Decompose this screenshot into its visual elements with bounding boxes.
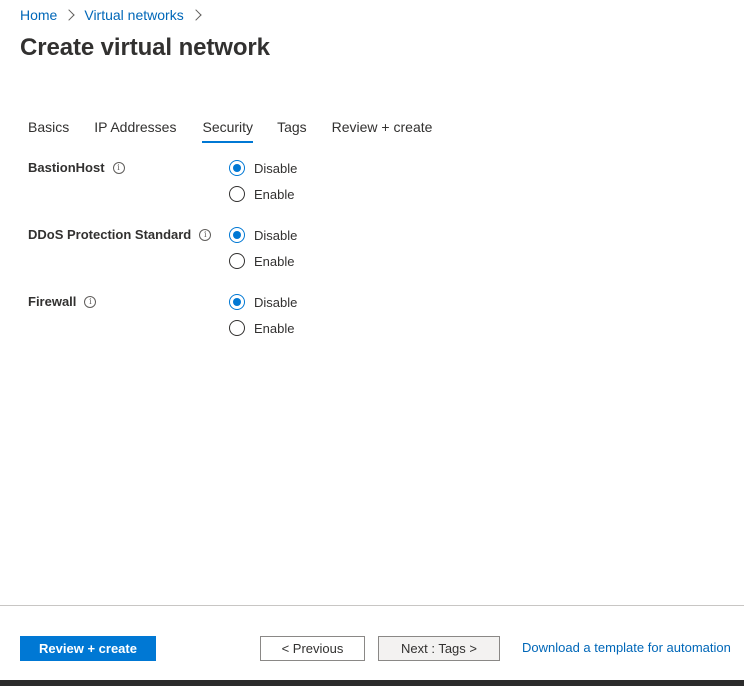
firewall-disable-option[interactable]: Disable <box>229 289 297 315</box>
review-create-button[interactable]: Review + create <box>20 636 156 661</box>
next-tags-button[interactable]: Next : Tags > <box>378 636 500 661</box>
breadcrumb-home-link[interactable]: Home <box>20 6 57 24</box>
chevron-right-icon <box>63 9 76 21</box>
chevron-right-icon <box>190 9 202 21</box>
radio-checked-icon[interactable] <box>229 160 245 176</box>
bastionhost-disable-option[interactable]: Disable <box>229 155 297 181</box>
ddos-enable-option[interactable]: Enable <box>229 248 297 274</box>
radio-label: Enable <box>254 320 295 336</box>
page-title: Create virtual network <box>20 34 270 61</box>
ddos-protection-label-text: DDoS Protection Standard <box>28 227 192 242</box>
radio-unchecked-icon[interactable] <box>229 253 245 269</box>
ddos-protection-radio-group: Disable Enable <box>229 222 297 274</box>
info-icon[interactable]: i <box>199 228 212 241</box>
radio-label: Enable <box>254 186 295 202</box>
previous-button[interactable]: < Previous <box>260 636 365 661</box>
ddos-disable-option[interactable]: Disable <box>229 222 297 248</box>
breadcrumb: Home Virtual networks <box>20 6 211 24</box>
radio-checked-icon[interactable] <box>229 227 245 243</box>
radio-label: Disable <box>254 227 298 243</box>
firewall-label: Firewall i <box>28 294 97 309</box>
breadcrumb-virtual-networks-link[interactable]: Virtual networks <box>84 6 183 24</box>
radio-label: Disable <box>254 160 298 176</box>
bastionhost-label: BastionHost i <box>28 160 125 175</box>
tab-tags[interactable]: Tags <box>277 116 307 142</box>
info-icon[interactable]: i <box>84 295 97 308</box>
create-vnet-page: Home Virtual networks Create virtual net… <box>0 0 744 686</box>
radio-label: Disable <box>254 294 298 310</box>
firewall-label-text: Firewall <box>28 294 77 309</box>
bastionhost-label-text: BastionHost <box>28 160 105 175</box>
tab-security[interactable]: Security <box>202 116 253 143</box>
radio-label: Enable <box>254 253 295 269</box>
tab-review-create[interactable]: Review + create <box>332 116 433 142</box>
bastionhost-enable-option[interactable]: Enable <box>229 181 297 207</box>
wizard-tabs: Basics IP Addresses Security Tags Review… <box>28 116 433 143</box>
download-template-link[interactable]: Download a template for automation <box>522 640 731 655</box>
bottom-edge-bar <box>0 680 744 686</box>
radio-checked-icon[interactable] <box>229 294 245 310</box>
radio-unchecked-icon[interactable] <box>229 186 245 202</box>
firewall-radio-group: Disable Enable <box>229 289 297 341</box>
info-icon[interactable]: i <box>112 161 125 174</box>
footer-divider <box>0 605 744 606</box>
tab-ip-addresses[interactable]: IP Addresses <box>94 116 176 142</box>
bastionhost-radio-group: Disable Enable <box>229 155 297 207</box>
ddos-protection-label: DDoS Protection Standard i <box>28 227 212 242</box>
tab-basics[interactable]: Basics <box>28 116 69 142</box>
radio-unchecked-icon[interactable] <box>229 320 245 336</box>
firewall-enable-option[interactable]: Enable <box>229 315 297 341</box>
